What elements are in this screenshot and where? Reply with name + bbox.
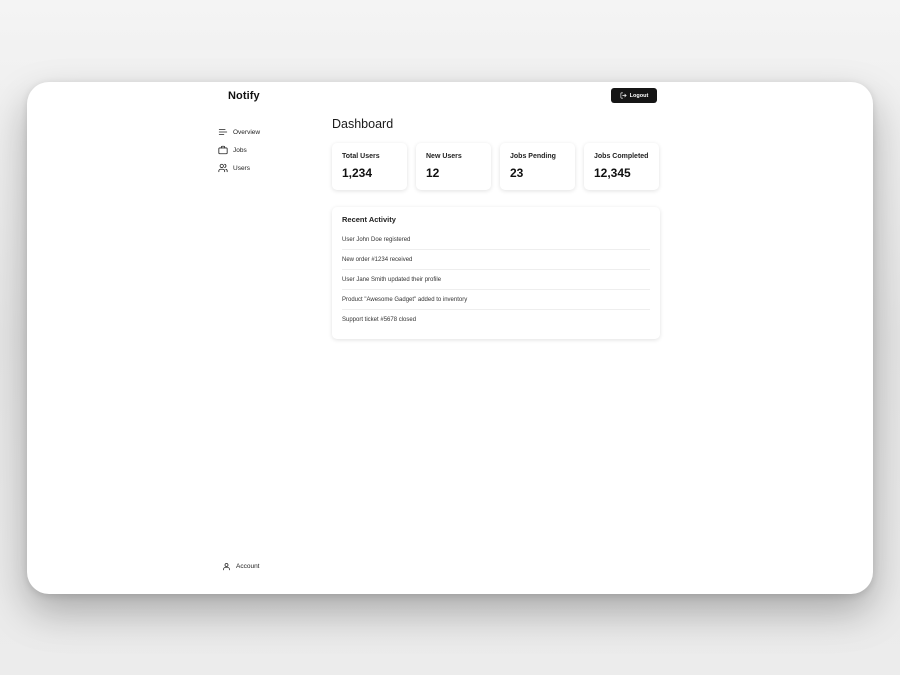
sidebar-item-overview[interactable]: Overview [218,123,318,141]
recent-activity-title: Recent Activity [342,215,396,224]
activity-item: User John Doe registered [342,230,650,250]
logout-icon [620,92,627,99]
app-brand: Notify [228,90,260,102]
user-icon [223,563,230,571]
activity-item: Support ticket #5678 closed [342,317,417,323]
sidebar-item-users[interactable]: Users [218,159,318,177]
stat-label: New Users [426,153,462,160]
account-link[interactable]: Account [222,562,260,571]
briefcase-icon [218,145,228,155]
app-window: Notify Logout Overview Jobs Users Accoun… [27,82,873,594]
stat-value: 12,345 [594,166,631,180]
activity-item: Product "Awesome Gadget" added to invent… [342,290,650,310]
page-title: Dashboard [332,117,394,131]
stat-label: Jobs Completed [594,153,649,160]
activity-item: User Jane Smith updated their profile [342,270,650,290]
sidebar-item-label: Overview [233,128,261,136]
stat-value: 1,234 [342,166,373,180]
sidebar-item-label: Jobs [233,146,247,154]
logout-label: Logout [629,92,649,99]
stat-card-new-users: New Users 12 [416,143,491,190]
stats-row: Total Users 1,234 New Users 12 Jobs Pend… [332,143,659,190]
stat-card-jobs-completed: Jobs Completed 12,345 [584,143,659,190]
sidebar-item-label: Users [233,164,250,172]
logout-button[interactable]: Logout [611,88,657,103]
stat-card-total-users: Total Users 1,234 [332,143,407,190]
sidebar-item-jobs[interactable]: Jobs [218,141,318,159]
stat-value: 12 [426,166,440,180]
users-icon [218,163,228,173]
account-label: Account [236,563,260,570]
activity-item: New order #1234 received [342,250,650,270]
stat-card-jobs-pending: Jobs Pending 23 [500,143,575,190]
recent-activity-card: Recent Activity User John Doe registered… [332,207,660,339]
menu-lines-icon [218,129,228,135]
stat-value: 23 [510,166,524,180]
stat-label: Jobs Pending [510,153,556,160]
stat-label: Total Users [342,153,380,160]
sidebar: Overview Jobs Users [218,123,318,177]
